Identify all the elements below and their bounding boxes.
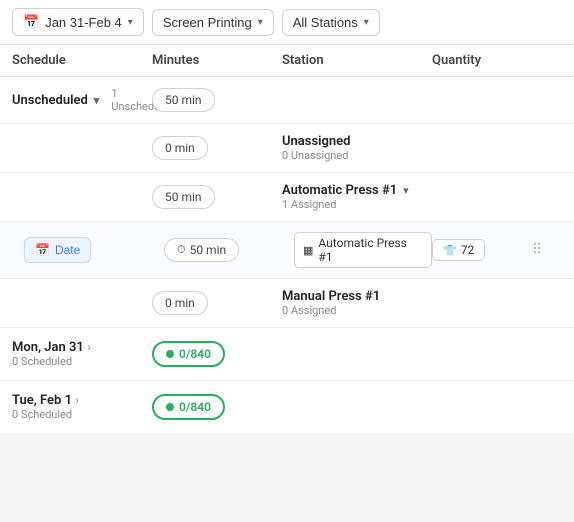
all-stations-button[interactable]: All Stations ▾ (282, 9, 380, 36)
screen-printing-label: Screen Printing (163, 15, 252, 30)
col-schedule: Schedule (12, 53, 152, 68)
unscheduled-minutes-badge: 50 min (152, 88, 215, 112)
progress-dot-icon (166, 350, 174, 358)
mon-jan-31-sub: 0 Scheduled (12, 355, 91, 368)
chevron-down-icon: ▾ (364, 17, 369, 28)
tue-feb-1-minutes-cell: 0/840 (152, 394, 282, 420)
col-minutes: Minutes (152, 53, 282, 68)
all-stations-label: All Stations (293, 15, 358, 30)
main-content: Unscheduled ▾ 1 Unscheduled 50 min 0 min… (0, 77, 574, 434)
date-range-button[interactable]: 📅 Jan 31-Feb 4 ▾ (12, 8, 144, 36)
unscheduled-title-cell: Unscheduled ▾ 1 Unscheduled (12, 87, 152, 113)
col-station: Station (282, 53, 432, 68)
mon-jan-31-minutes-cell: 0/840 (152, 341, 282, 367)
mon-progress-badge: 0/840 (152, 341, 225, 367)
drag-handle-icon[interactable]: ⠿ (532, 242, 542, 258)
manual-press-station-cell: Manual Press #1 0 Assigned (282, 289, 432, 317)
detail-minutes-badge: ⏱ 50 min (164, 238, 239, 262)
unscheduled-minutes-cell: 50 min (152, 88, 282, 112)
progress-dot-icon (166, 403, 174, 411)
press-icon: ▦ (303, 244, 313, 257)
tue-feb-1-title-cell: Tue, Feb 1 › 0 Scheduled (12, 393, 152, 421)
automatic-press-minutes-cell: 50 min (152, 185, 282, 209)
unscheduled-section-header: Unscheduled ▾ 1 Unscheduled 50 min (0, 77, 574, 124)
manual-press-station-name: Manual Press #1 (282, 289, 432, 304)
automatic-press-station-cell: Automatic Press #1 ▾ 1 Assigned (282, 183, 432, 211)
chevron-down-icon: ▾ (258, 17, 263, 28)
clock-icon: ⏱ (177, 243, 186, 257)
tue-feb-1-sub: 0 Scheduled (12, 408, 79, 421)
toolbar: 📅 Jan 31-Feb 4 ▾ Screen Printing ▾ All S… (0, 0, 574, 45)
unassigned-minutes-cell: 0 min (152, 136, 282, 160)
unscheduled-label: Unscheduled (12, 93, 88, 108)
col-quantity: Quantity (432, 53, 532, 68)
manual-press-station-sub: 0 Assigned (282, 304, 432, 317)
unassigned-minutes-badge: 0 min (152, 136, 208, 160)
automatic-press-minutes-badge: 50 min (152, 185, 215, 209)
detail-drag-cell: ⠿ (532, 242, 562, 258)
unassigned-row: 0 min Unassigned 0 Unassigned (0, 124, 574, 173)
automatic-press-station-sub: 1 Assigned (282, 198, 432, 211)
table-header: Schedule Minutes Station Quantity (0, 45, 574, 77)
unassigned-station-name: Unassigned (282, 134, 432, 149)
col-spacer (532, 53, 562, 68)
calendar-icon: 📅 (23, 14, 39, 30)
manual-press-minutes-cell: 0 min (152, 291, 282, 315)
chevron-right-icon: › (87, 340, 91, 354)
station-icon-pill: ▦ Automatic Press #1 (294, 232, 432, 268)
mon-jan-31-row[interactable]: Mon, Jan 31 › 0 Scheduled 0/840 (0, 328, 574, 381)
detail-schedule-cell: 📅 Date (24, 237, 164, 263)
chevron-down-icon: ▾ (94, 94, 100, 107)
calendar-icon: 📅 (35, 243, 50, 257)
manual-press-row: 0 min Manual Press #1 0 Assigned (0, 279, 574, 328)
mon-jan-31-title-cell: Mon, Jan 31 › 0 Scheduled (12, 340, 152, 368)
date-button-label: Date (55, 243, 80, 257)
manual-press-minutes-badge: 0 min (152, 291, 208, 315)
screen-printing-button[interactable]: Screen Printing ▾ (152, 9, 274, 36)
shirt-icon: 👕 (443, 244, 457, 257)
unassigned-station-sub: 0 Unassigned (282, 149, 432, 162)
quantity-pill: 👕 72 (432, 239, 485, 261)
chevron-down-icon: ▾ (128, 17, 133, 28)
date-range-label: Jan 31-Feb 4 (45, 15, 122, 30)
automatic-press-station-name: Automatic Press #1 (282, 183, 397, 198)
detail-minutes-cell: ⏱ 50 min (164, 238, 294, 262)
date-button[interactable]: 📅 Date (24, 237, 91, 263)
detail-row: 📅 Date ⏱ 50 min ▦ Automatic Press #1 👕 7… (0, 222, 574, 279)
tue-progress-badge: 0/840 (152, 394, 225, 420)
automatic-press-name-row: Automatic Press #1 ▾ (282, 183, 432, 198)
unassigned-station-cell: Unassigned 0 Unassigned (282, 134, 432, 162)
mon-jan-31-label: Mon, Jan 31 › (12, 340, 91, 355)
chevron-right-icon: › (75, 393, 79, 407)
detail-quantity-cell: 👕 72 (432, 239, 532, 261)
tue-feb-1-row[interactable]: Tue, Feb 1 › 0 Scheduled 0/840 (0, 381, 574, 434)
detail-station-cell: ▦ Automatic Press #1 (294, 232, 432, 268)
automatic-press-row[interactable]: 50 min Automatic Press #1 ▾ 1 Assigned (0, 173, 574, 222)
chevron-down-icon: ▾ (403, 184, 409, 197)
tue-feb-1-label: Tue, Feb 1 › (12, 393, 79, 408)
